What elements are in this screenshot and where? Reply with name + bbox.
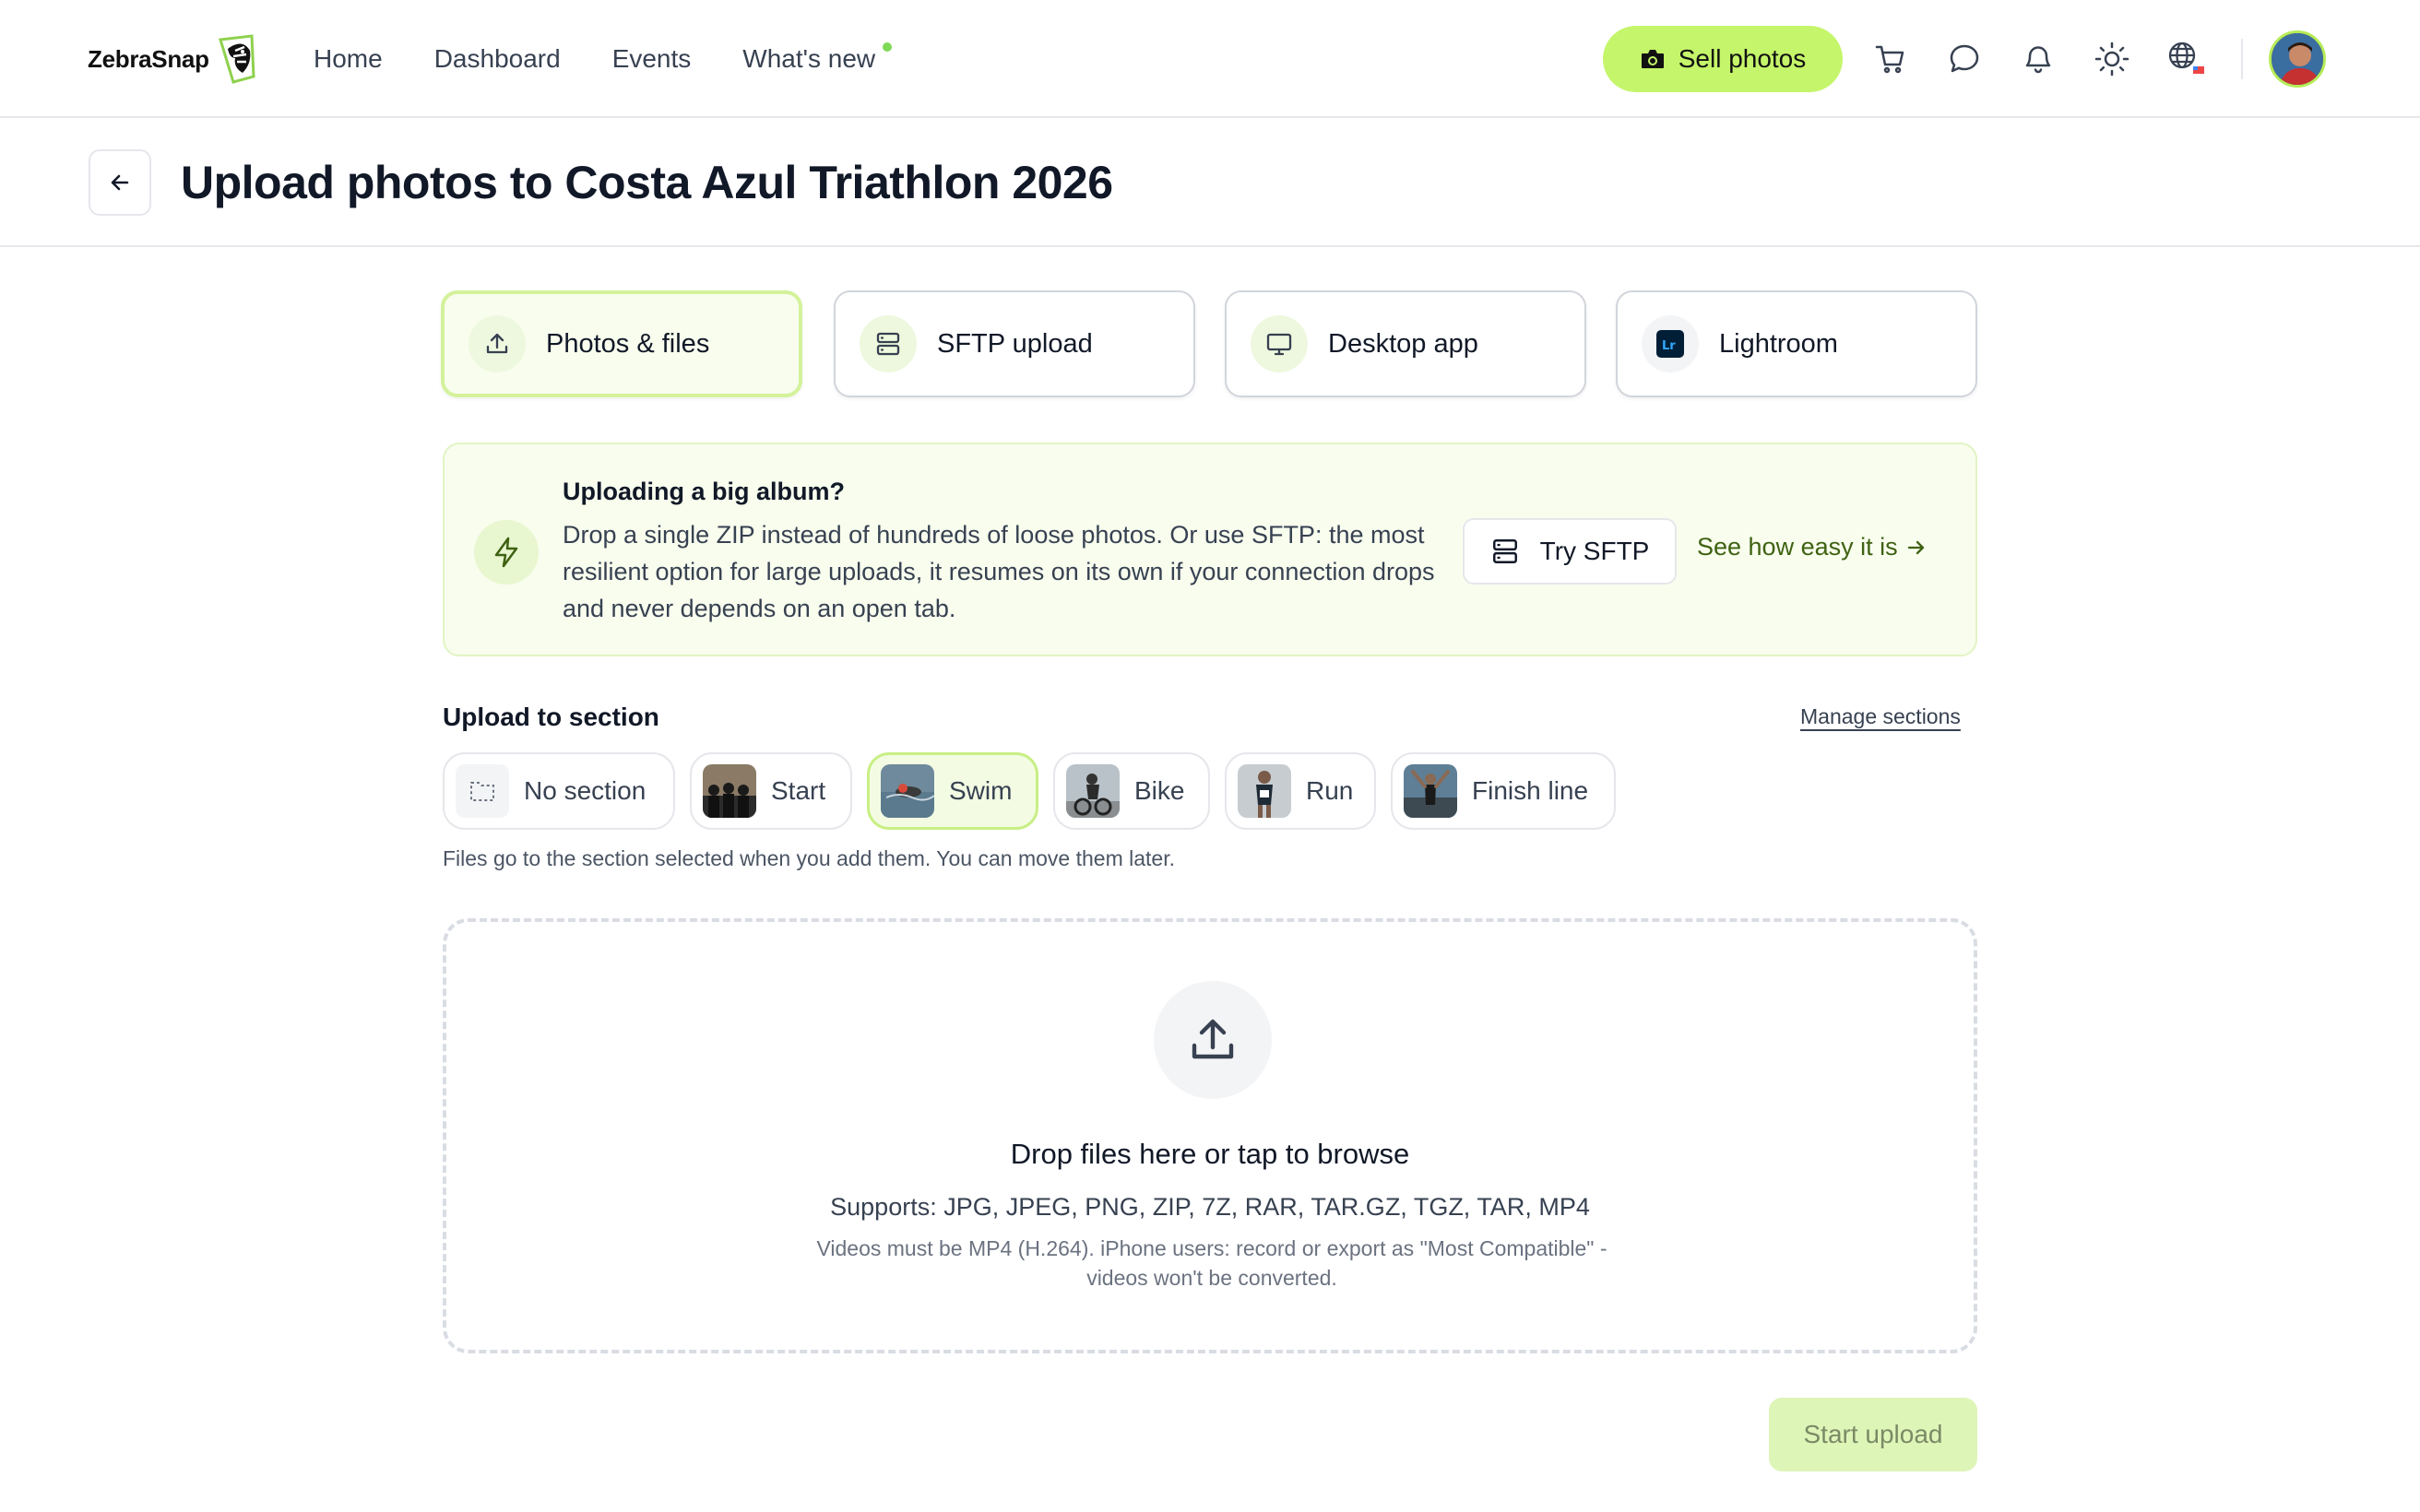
file-dropzone[interactable]: Drop files here or tap to browse Support… — [443, 918, 1977, 1353]
section-chip-label: Start — [771, 776, 826, 805]
server-icon — [1492, 539, 1517, 563]
nav-dashboard[interactable]: Dashboard — [434, 37, 561, 81]
svg-text:Lr: Lr — [1662, 339, 1676, 353]
messages-button[interactable] — [1942, 35, 1987, 83]
start-upload-button[interactable]: Start upload — [1769, 1398, 1977, 1471]
nav-home[interactable]: Home — [314, 37, 383, 81]
tip-title: Uploading a big album? — [563, 478, 845, 505]
cart-button[interactable] — [1868, 35, 1913, 83]
section-chip-label: Finish line — [1472, 776, 1589, 805]
tab-sftp-upload-label: SFTP upload — [937, 328, 1093, 359]
method-icon-wrap — [860, 315, 917, 372]
arrow-right-icon — [1907, 540, 1924, 554]
see-how-link[interactable]: See how easy it is — [1697, 533, 1928, 561]
see-how-label: See how easy it is — [1697, 533, 1898, 561]
tip-icon-wrap — [474, 520, 539, 585]
manage-sections-link[interactable]: Manage sections — [1800, 704, 1961, 729]
camera-icon — [1641, 50, 1664, 68]
section-chip-run[interactable]: Run — [1225, 752, 1376, 830]
method-icon-wrap — [1251, 315, 1308, 372]
section-selector-label: Upload to section — [443, 703, 659, 731]
nav-events[interactable]: Events — [612, 37, 692, 81]
notifications-button[interactable] — [2016, 35, 2060, 83]
globe-icon — [2168, 41, 2204, 74]
try-sftp-button[interactable]: Try SFTP — [1463, 518, 1677, 585]
lightroom-icon: Lr — [1656, 330, 1684, 358]
tab-lightroom-label: Lightroom — [1719, 328, 1838, 359]
section-chip-label: Bike — [1134, 776, 1185, 805]
user-avatar[interactable] — [2269, 30, 2326, 88]
cart-icon — [1875, 45, 1904, 74]
bike-thumbnail — [1066, 764, 1120, 818]
section-chip-swim[interactable]: Swim — [867, 752, 1038, 830]
section-chip-label: Swim — [949, 776, 1013, 805]
brand-name: ZebraSnap — [88, 44, 209, 73]
top-navigation: ZebraSnap Home Dashboard Events What's n… — [0, 0, 2420, 118]
dropzone-icon-wrap — [1154, 981, 1272, 1099]
sell-photos-button[interactable]: Sell photos — [1603, 26, 1843, 92]
tip-body: Drop a single ZIP instead of hundreds of… — [563, 521, 1435, 622]
method-icon-wrap — [469, 315, 526, 372]
arrow-left-icon — [111, 174, 129, 191]
upload-icon — [1192, 1019, 1234, 1059]
tab-lightroom[interactable]: Lr Lightroom — [1616, 290, 1977, 397]
video-format-note: Videos must be MP4 (H.264). iPhone users… — [816, 1236, 1607, 1290]
nav-whats-new-label: What's new — [742, 44, 876, 73]
new-indicator-dot — [883, 42, 893, 52]
no-section-icon-wrap — [456, 764, 509, 818]
language-button[interactable] — [2164, 35, 2208, 83]
section-chip-label: Run — [1306, 776, 1354, 805]
monitor-icon — [1266, 333, 1292, 356]
run-thumbnail — [1238, 764, 1291, 818]
upload-icon — [486, 333, 508, 354]
bell-icon — [2025, 46, 2051, 74]
section-chip-label: No section — [524, 776, 647, 805]
page-title: Upload photos to Costa Azul Triathlon 20… — [181, 157, 1113, 208]
tab-desktop-app-label: Desktop app — [1328, 328, 1478, 359]
main-nav: Home Dashboard Events What's new — [314, 37, 893, 81]
tab-photos-files[interactable]: Photos & files — [441, 290, 802, 397]
section-chip-none[interactable]: No section — [443, 752, 675, 830]
tab-sftp-upload[interactable]: SFTP upload — [834, 290, 1195, 397]
folder-dashed-icon — [470, 782, 494, 801]
brand-logo[interactable]: ZebraSnap — [88, 30, 259, 89]
server-icon — [876, 332, 900, 356]
theme-toggle-button[interactable] — [2090, 35, 2134, 83]
avatar-photo — [2272, 33, 2323, 85]
back-button[interactable] — [89, 149, 151, 216]
section-chip-start[interactable]: Start — [690, 752, 852, 830]
chat-icon — [1950, 44, 1979, 73]
supported-formats: Supports: JPG, JPEG, PNG, ZIP, 7Z, RAR, … — [830, 1193, 1590, 1221]
page-header: Upload photos to Costa Azul Triathlon 20… — [0, 118, 2420, 247]
big-album-tip: Uploading a big album? Drop a single ZIP… — [443, 443, 1977, 656]
tab-desktop-app[interactable]: Desktop app — [1225, 290, 1586, 397]
section-helper-text: Files go to the section selected when yo… — [443, 846, 1175, 870]
sell-photos-label: Sell photos — [1678, 44, 1807, 73]
lightning-icon — [494, 537, 518, 568]
swim-thumbnail — [881, 764, 934, 818]
try-sftp-label: Try SFTP — [1539, 537, 1650, 565]
section-chip-bike[interactable]: Bike — [1053, 752, 1210, 830]
zebra-logo-icon — [218, 34, 255, 84]
dropzone-title: Drop files here or tap to browse — [1010, 1138, 1410, 1170]
tab-photos-files-label: Photos & files — [546, 328, 710, 359]
sun-icon — [2094, 41, 2129, 77]
method-icon-wrap: Lr — [1642, 315, 1699, 372]
section-chip-finish-line[interactable]: Finish line — [1391, 752, 1616, 830]
nav-whats-new[interactable]: What's new — [742, 37, 893, 81]
finish-line-thumbnail — [1404, 764, 1457, 818]
start-thumbnail — [703, 764, 756, 818]
nav-divider — [2241, 39, 2243, 79]
